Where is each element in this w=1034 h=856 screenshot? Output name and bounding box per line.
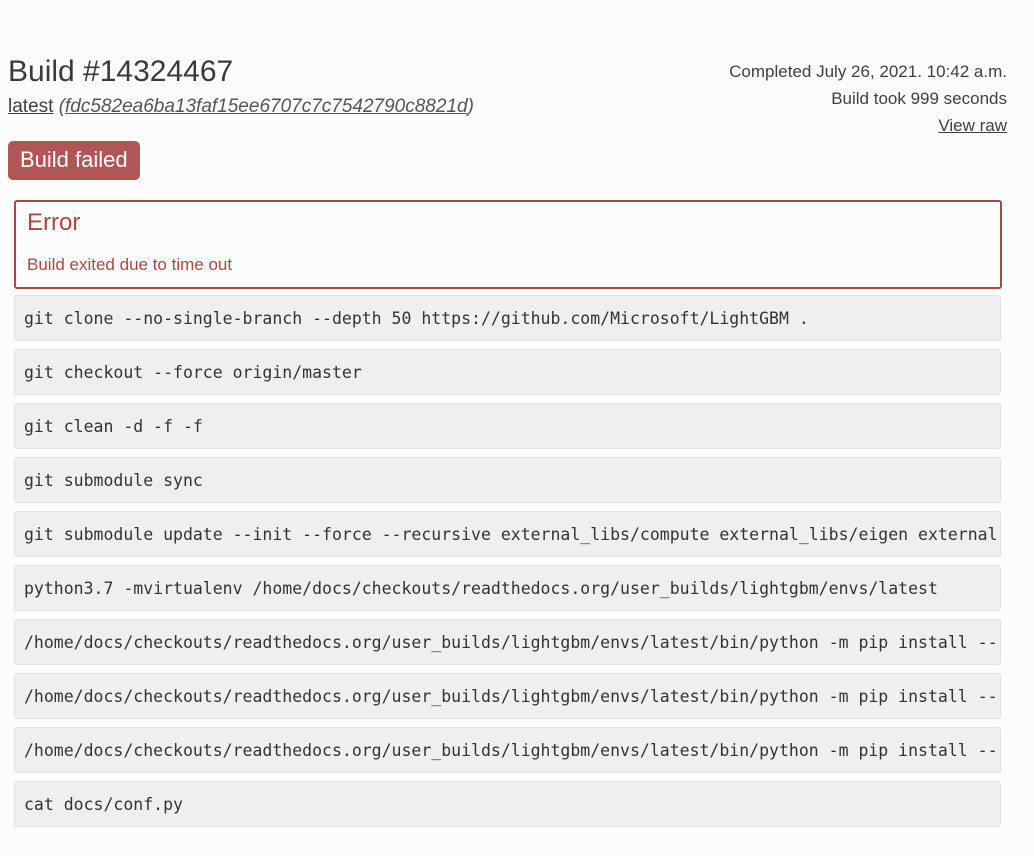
commit-link[interactable]: fdc582ea6ba13faf15ee6707c7c7542790c8821d: [65, 96, 468, 117]
command-row[interactable]: python3.7 -mvirtualenv /home/docs/checko…: [14, 565, 1001, 611]
command-text: git clean -d -f -f: [24, 417, 203, 436]
command-row[interactable]: cat docs/conf.py: [14, 781, 1001, 827]
command-text: git submodule sync: [24, 471, 203, 490]
build-duration: Build took 999 seconds: [831, 89, 1007, 108]
command-text: git checkout --force origin/master: [24, 363, 362, 382]
command-row[interactable]: /home/docs/checkouts/readthedocs.org/use…: [14, 619, 1001, 665]
version-line: latest (fdc582ea6ba13faf15ee6707c7c75427…: [8, 94, 474, 120]
command-row[interactable]: /home/docs/checkouts/readthedocs.org/use…: [14, 727, 1001, 773]
command-list: git clone --no-single-branch --depth 50 …: [14, 295, 1001, 835]
view-raw-link[interactable]: View raw: [938, 116, 1007, 135]
command-text: git clone --no-single-branch --depth 50 …: [24, 309, 809, 328]
error-alert: Error Build exited due to time out: [14, 200, 1002, 289]
command-row[interactable]: git submodule sync: [14, 457, 1001, 503]
command-text: cat docs/conf.py: [24, 795, 183, 814]
command-text: /home/docs/checkouts/readthedocs.org/use…: [24, 741, 998, 760]
commit-ref: (fdc582ea6ba13faf15ee6707c7c7542790c8821…: [58, 96, 474, 117]
version-link[interactable]: latest: [8, 96, 53, 117]
command-row[interactable]: /home/docs/checkouts/readthedocs.org/use…: [14, 673, 1001, 719]
command-text: python3.7 -mvirtualenv /home/docs/checko…: [24, 579, 938, 598]
command-row[interactable]: git submodule update --init --force --re…: [14, 511, 1001, 557]
completed-timestamp: Completed July 26, 2021. 10:42 a.m.: [729, 62, 1007, 81]
command-row[interactable]: git clean -d -f -f: [14, 403, 1001, 449]
command-text: /home/docs/checkouts/readthedocs.org/use…: [24, 687, 998, 706]
build-page: Build #14324467 latest (fdc582ea6ba13faf…: [0, 0, 1034, 856]
command-text: /home/docs/checkouts/readthedocs.org/use…: [24, 633, 998, 652]
status-badge: Build failed: [8, 141, 140, 180]
error-title: Error: [27, 209, 81, 236]
command-text: git submodule update --init --force --re…: [24, 525, 998, 544]
page-title: Build #14324467: [8, 55, 234, 88]
error-message: Build exited due to time out: [27, 255, 233, 274]
command-row[interactable]: git checkout --force origin/master: [14, 349, 1001, 395]
command-row[interactable]: git clone --no-single-branch --depth 50 …: [14, 295, 1001, 341]
build-meta: Completed July 26, 2021. 10:42 a.m. Buil…: [729, 58, 1007, 139]
